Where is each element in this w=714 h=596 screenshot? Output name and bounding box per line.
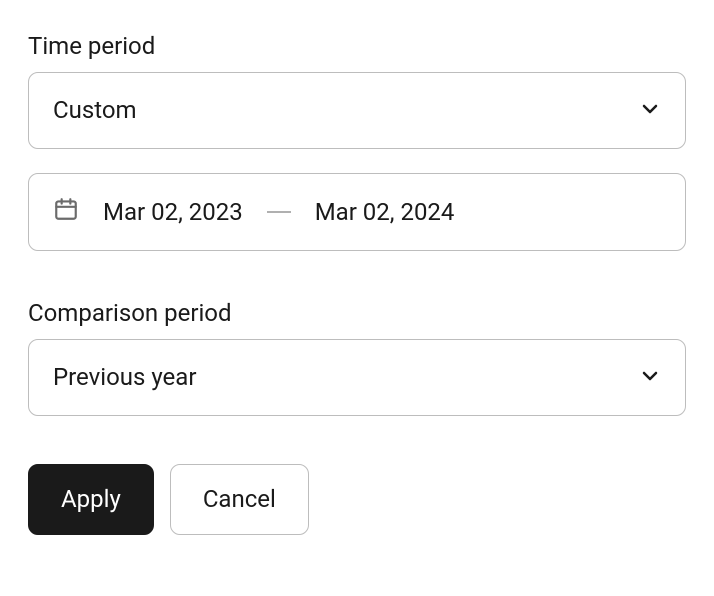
date-range-start: Mar 02, 2023 — [103, 198, 243, 226]
cancel-button[interactable]: Cancel — [170, 464, 309, 535]
time-period-select[interactable]: Custom — [28, 72, 686, 149]
date-range-separator — [267, 211, 291, 213]
time-period-select-wrap: Custom — [28, 72, 686, 149]
comparison-period-select[interactable]: Previous year — [28, 339, 686, 416]
date-range-picker[interactable]: Mar 02, 2023 Mar 02, 2024 — [28, 173, 686, 251]
comparison-period-select-wrap: Previous year — [28, 339, 686, 416]
button-row: Apply Cancel — [28, 464, 686, 535]
time-period-group: Time period Custom Mar 02, 2023 Mar 02, … — [28, 32, 686, 251]
apply-button[interactable]: Apply — [28, 464, 154, 535]
date-range-end: Mar 02, 2024 — [315, 198, 455, 226]
comparison-period-label: Comparison period — [28, 299, 686, 327]
comparison-period-value: Previous year — [53, 362, 196, 393]
time-period-value: Custom — [53, 95, 137, 126]
time-period-label: Time period — [28, 32, 686, 60]
comparison-period-group: Comparison period Previous year — [28, 299, 686, 416]
calendar-icon — [53, 196, 79, 228]
